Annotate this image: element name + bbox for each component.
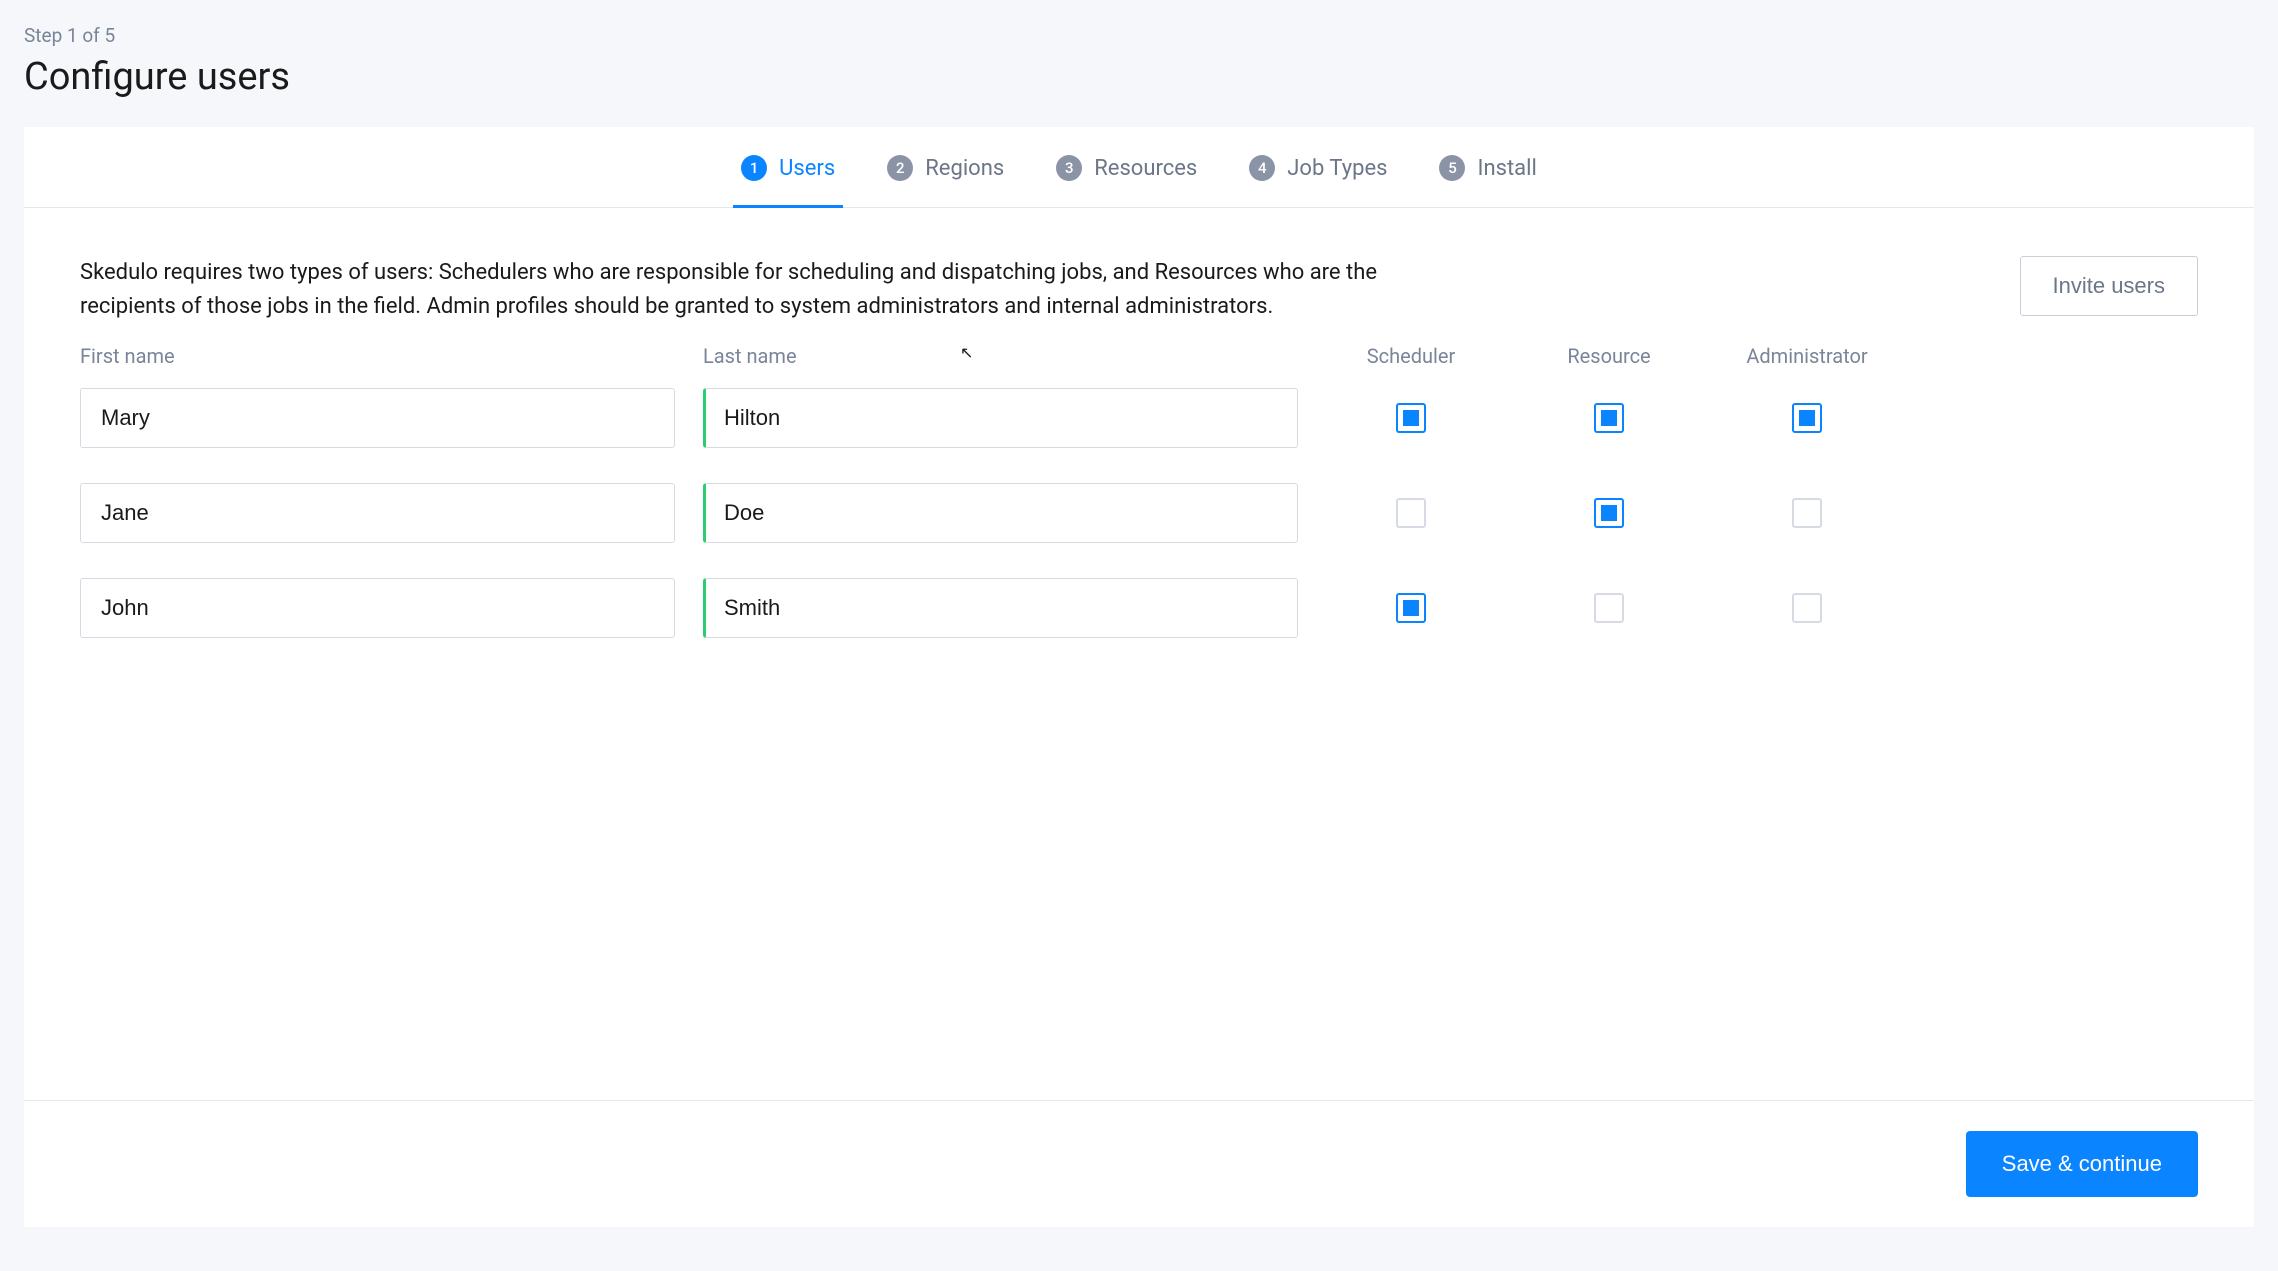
resource-checkbox[interactable]: [1594, 593, 1624, 623]
scheduler-checkbox[interactable]: [1396, 403, 1426, 433]
tab-users[interactable]: 1 Users: [733, 151, 843, 208]
column-header-last-name: Last name: [703, 324, 1298, 376]
description-text: Skedulo requires two types of users: Sch…: [80, 256, 1380, 324]
resource-checkbox[interactable]: [1594, 403, 1624, 433]
column-header-first-name: First name: [80, 324, 675, 376]
first-name-input[interactable]: [80, 388, 675, 448]
tab-number-icon: 5: [1439, 155, 1465, 181]
tab-label: Regions: [925, 156, 1004, 181]
tab-regions[interactable]: 2 Regions: [879, 151, 1012, 208]
tab-job-types[interactable]: 4 Job Types: [1241, 151, 1395, 208]
invite-users-button[interactable]: Invite users: [2020, 256, 2199, 316]
wizard-tabs: 1 Users 2 Regions 3 Resources 4 Job Type…: [24, 127, 2254, 208]
scheduler-checkbox[interactable]: [1396, 593, 1426, 623]
tab-label: Install: [1477, 156, 1536, 181]
tab-label: Resources: [1094, 156, 1197, 181]
administrator-checkbox[interactable]: [1792, 593, 1822, 623]
content-header: Skedulo requires two types of users: Sch…: [80, 256, 2198, 324]
first-name-input[interactable]: [80, 578, 675, 638]
column-header-scheduler: Scheduler: [1326, 324, 1496, 376]
tab-label: Job Types: [1287, 156, 1387, 181]
resource-checkbox[interactable]: [1594, 498, 1624, 528]
tab-number-icon: 2: [887, 155, 913, 181]
users-grid: First name Last name Scheduler Resource …: [80, 324, 2198, 638]
panel-footer: Save & continue: [24, 1100, 2254, 1227]
column-header-resource: Resource: [1524, 324, 1694, 376]
tab-number-icon: 4: [1249, 155, 1275, 181]
administrator-checkbox[interactable]: [1792, 403, 1822, 433]
tab-number-icon: 3: [1056, 155, 1082, 181]
last-name-input[interactable]: [703, 388, 1298, 448]
tab-number-icon: 1: [741, 155, 767, 181]
scheduler-checkbox[interactable]: [1396, 498, 1426, 528]
content-area: Skedulo requires two types of users: Sch…: [24, 208, 2254, 1100]
last-name-input[interactable]: [703, 578, 1298, 638]
tab-resources[interactable]: 3 Resources: [1048, 151, 1205, 208]
page-title: Configure users: [24, 55, 2254, 99]
first-name-input[interactable]: [80, 483, 675, 543]
save-continue-button[interactable]: Save & continue: [1966, 1131, 2198, 1197]
administrator-checkbox[interactable]: [1792, 498, 1822, 528]
column-header-administrator: Administrator: [1722, 324, 1892, 376]
tab-label: Users: [779, 156, 835, 181]
page-header: Step 1 of 5 Configure users: [0, 0, 2278, 111]
tab-install[interactable]: 5 Install: [1431, 151, 1544, 208]
step-indicator: Step 1 of 5: [24, 24, 2254, 47]
main-panel: 1 Users 2 Regions 3 Resources 4 Job Type…: [24, 127, 2254, 1227]
last-name-input[interactable]: [703, 483, 1298, 543]
